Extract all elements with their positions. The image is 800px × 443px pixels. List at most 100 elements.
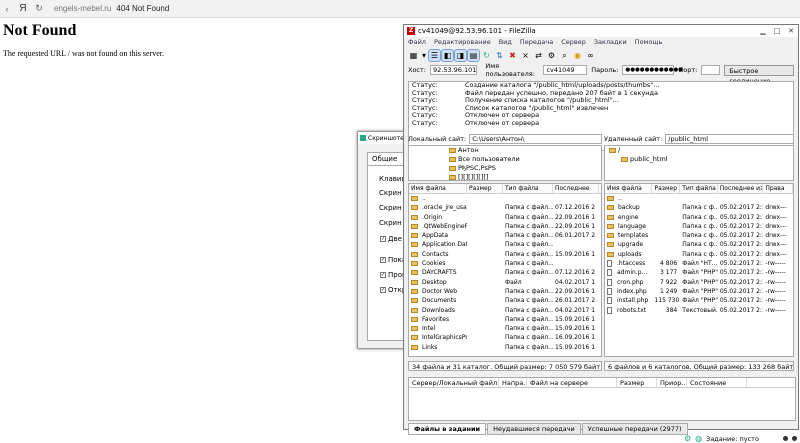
toggle-local-tree-icon[interactable]: ◧ [441, 48, 454, 62]
file-row[interactable]: Intel Папка с файл... 15.09.2016 1 [409, 324, 601, 333]
username-input[interactable]: cv41049 [543, 65, 588, 75]
column-header-1[interactable]: Размер [652, 184, 681, 193]
toggle-queue-icon[interactable]: ▤ [467, 48, 480, 62]
maximize-icon[interactable]: □ [770, 27, 784, 35]
tree-item[interactable]: [][][][][][] [449, 173, 601, 180]
remote-path-input[interactable]: /public_html [665, 133, 794, 144]
file-row[interactable]: Downloads Папка с файл... 04.02.2017 1 [409, 306, 601, 315]
refresh-icon[interactable]: ↻ [481, 50, 492, 61]
local-path-input[interactable]: C:\Users\Антон\ [469, 133, 602, 144]
file-row[interactable]: index.php 1 249 Файл "PHP"05.02.2017 2:13.… [605, 287, 793, 296]
file-row[interactable]: upgrade Папка с ф...05.02.2017 2:13...drw… [605, 240, 793, 249]
file-row[interactable]: robots.txt 384 Текстовый...05.02.2017 2:13… [605, 306, 793, 315]
queue-column-header[interactable]: Размер [617, 378, 657, 387]
reload-icon[interactable]: ↻ [32, 3, 46, 14]
menu-edit[interactable]: Редактирование [434, 38, 491, 46]
toggle-remote-tree-icon[interactable]: ◨ [454, 48, 467, 62]
queue-column-header[interactable]: Состояние [687, 378, 747, 387]
file-row[interactable]: IntelGraphicsPro... Папка с файл...16.09.… [409, 333, 601, 342]
queue-tab[interactable]: Неудавшиеся передачи [487, 423, 581, 435]
gear-icon[interactable]: ⚙ [684, 434, 691, 443]
column-header-1[interactable]: Размер [467, 184, 503, 193]
file-row[interactable]: Cookies Папка с файл... [409, 259, 601, 268]
back-icon[interactable]: ‹ [0, 4, 14, 14]
file-row[interactable]: Links Папка с файл... 15.09.2016 1 [409, 343, 601, 352]
file-row[interactable]: .. [605, 194, 793, 203]
file-row[interactable]: Desktop Файл 04.02.2017 1 [409, 278, 601, 287]
tree-item[interactable]: public_html [609, 155, 793, 164]
file-row[interactable]: .Origin Папка с файл... 22.09.2016 1 [409, 213, 601, 222]
file-row[interactable]: backup Папка с ф...05.02.2017 2:13...drwx… [605, 203, 793, 212]
column-header-4[interactable]: Права [763, 184, 793, 193]
column-header-3[interactable]: Последнее [553, 184, 599, 193]
file-row[interactable]: Documents Папка с файл... 26.01.2017 2 [409, 296, 601, 305]
column-header-2[interactable]: Тип файла [680, 184, 718, 193]
tree-item[interactable]: PђPSC,PsPS [449, 164, 601, 173]
site-manager-icon[interactable]: ▦ [408, 50, 419, 61]
menu-bookmarks[interactable]: Закладки [594, 38, 627, 46]
file-row[interactable]: uploads Папка с ф...05.02.2017 2:13...drw… [605, 250, 793, 259]
checkbox[interactable]: ✓ [380, 272, 386, 278]
menu-help[interactable]: Помощь [635, 38, 663, 46]
menu-view[interactable]: Вид [499, 38, 512, 46]
host-input[interactable]: 92.53.96.101 [429, 65, 478, 75]
file-row[interactable]: Favorites Папка с файл... 15.09.2016 1 [409, 315, 601, 324]
column-header-2[interactable]: Тип файла [503, 184, 553, 193]
queue-column-header[interactable]: Приор... [657, 378, 687, 387]
menu-file[interactable]: Файл [408, 38, 426, 46]
queue-tab[interactable]: Успешные передачи (2977) [581, 423, 688, 435]
password-input[interactable]: ●●●●●●●●●●●● [622, 65, 683, 75]
disconnect-icon[interactable]: ⨯ [520, 50, 531, 61]
queue-column-header[interactable]: Сервер/Локальный файл [409, 378, 499, 387]
file-row[interactable]: templates Папка с ф...05.02.2017 2:13...d… [605, 231, 793, 240]
file-row[interactable]: DAYCRAFTS Папка с файл... 07.12.2016 2 [409, 268, 601, 277]
menu-server[interactable]: Сервер [561, 38, 586, 46]
queue-column-header[interactable]: Файл на сервере [527, 378, 617, 387]
queue-column-header[interactable]: Напра... [499, 378, 527, 387]
minimize-icon[interactable]: ▁ [756, 27, 770, 35]
file-row[interactable]: engine Папка с ф...05.02.2017 2:13...drwx… [605, 213, 793, 222]
toggle-log-icon[interactable]: ☰ [428, 48, 441, 62]
file-row[interactable]: .oracle_jre_usage Папка с файл...07.12.20… [409, 203, 601, 212]
file-row[interactable]: cron.php 7 922 Файл "PHP"05.02.2017 2:13..… [605, 278, 793, 287]
search-icon[interactable]: ⌕ [559, 50, 570, 61]
file-row[interactable]: Contacts Папка с файл... 15.09.2016 1 [409, 250, 601, 259]
column-header-0[interactable]: Имя файла [605, 184, 653, 193]
cancel-icon[interactable]: ✖ [507, 50, 518, 61]
screenshot-dialog-titlebar[interactable]: Скриншоте [358, 132, 406, 144]
port-input[interactable] [701, 65, 721, 75]
file-row[interactable]: .QtWebEnginePr... Папка с файл...22.09.20… [409, 222, 601, 231]
dropdown-arrow-icon[interactable]: ▾ [421, 50, 427, 61]
file-row[interactable]: language Папка с ф...05.02.2017 2:13...dr… [605, 222, 793, 231]
checkbox[interactable]: ✓ [380, 236, 386, 242]
checkbox[interactable]: ✓ [380, 287, 386, 293]
quickconnect-button[interactable]: Быстрое соединение [724, 64, 794, 85]
file-row[interactable]: .htaccess 4 806 Файл "НТ...05.02.2017 2:13… [605, 259, 793, 268]
tab-general[interactable]: Общие [367, 152, 407, 165]
address-host[interactable]: engels-mebel.ru [54, 4, 111, 13]
menu-transfer[interactable]: Передача [520, 38, 553, 46]
reconnect-icon[interactable]: ⇄ [533, 50, 544, 61]
info-icon[interactable]: ◍ [695, 434, 702, 443]
process-queue-icon[interactable]: ⇅ [494, 50, 505, 61]
file-date: 22.09.2016 1 [555, 213, 596, 221]
file-row[interactable]: install.php 115 730 Файл "PHP" 05.02.2017 2… [605, 296, 793, 305]
file-row[interactable]: Application Data Папка с файл... [409, 240, 601, 249]
column-header-3[interactable]: Последнее из [718, 184, 764, 193]
checkbox[interactable]: ✓ [380, 257, 386, 263]
file-row[interactable]: admin.p... 3 177 Файл "PHP"05.02.2017 2:13… [605, 268, 793, 277]
file-row[interactable]: Doctor Web Папка с файл... 22.09.2016 1 [409, 287, 601, 296]
tree-item[interactable]: Антон [449, 146, 601, 155]
queue-tab[interactable]: Файлы в задании [408, 423, 487, 435]
tree-item[interactable]: Все пользователи [449, 155, 601, 164]
tree-item[interactable]: / [609, 146, 793, 155]
binoculars-icon[interactable]: ∞ [585, 50, 596, 61]
file-row[interactable]: .. [409, 194, 601, 203]
close-icon[interactable]: ✕ [784, 27, 798, 35]
column-header-0[interactable]: Имя файла [409, 184, 467, 193]
yandex-logo-icon[interactable]: Я [14, 3, 32, 14]
filter-icon[interactable]: ⚙ [546, 50, 557, 61]
file-row[interactable]: AppData Папка с файл... 06.01.2017 2 [409, 231, 601, 240]
filezilla-titlebar[interactable]: Z cv41049@92.53.96.101 - FileZilla ▁ □ ✕ [404, 25, 798, 37]
compare-icon[interactable]: ◉ [572, 50, 583, 61]
